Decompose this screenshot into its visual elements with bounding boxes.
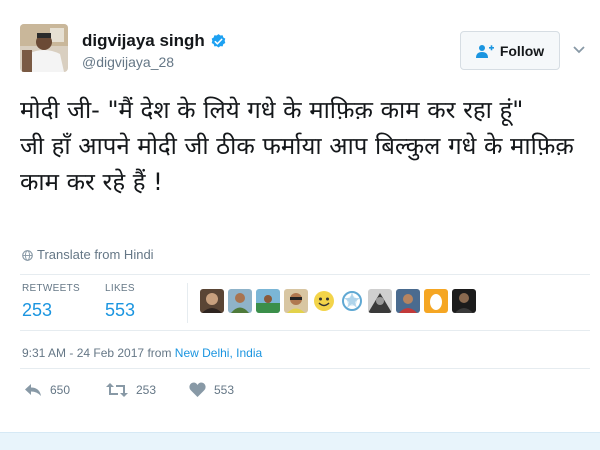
location-link[interactable]: New Delhi, India xyxy=(175,346,262,360)
liker-avatar[interactable] xyxy=(312,289,336,313)
liker-avatar[interactable] xyxy=(424,289,448,313)
divider xyxy=(20,274,590,275)
follow-button[interactable]: Follow xyxy=(460,31,560,70)
likes-count[interactable]: 553 xyxy=(105,300,135,321)
stats-divider xyxy=(187,283,188,323)
add-user-icon xyxy=(475,44,494,58)
likes-label: LIKES xyxy=(105,283,135,294)
follow-label: Follow xyxy=(499,42,545,59)
more-options-button[interactable] xyxy=(568,33,590,67)
retweets-count[interactable]: 253 xyxy=(22,300,80,321)
retweets-stat[interactable]: RETWEETS 253 xyxy=(22,283,80,321)
heart-icon xyxy=(189,382,206,397)
tweet-timestamp: 9:31 AM - 24 Feb 2017 from New Delhi, In… xyxy=(22,346,262,360)
liker-avatars xyxy=(200,289,476,313)
translate-label[interactable]: Translate from Hindi xyxy=(37,247,154,262)
from-label: from xyxy=(147,346,172,360)
retweets-label: RETWEETS xyxy=(22,283,80,294)
author-name[interactable]: digvijaya singh xyxy=(82,31,205,51)
divider xyxy=(20,330,590,331)
like-count: 553 xyxy=(214,383,235,397)
reply-count: 650 xyxy=(50,383,71,397)
tweet-text: मोदी जी- "मैं देश के लिये गधे के माफ़िक़… xyxy=(20,96,574,196)
timestamp-text[interactable]: 9:31 AM - 24 Feb 2017 xyxy=(22,346,144,360)
reply-area-band xyxy=(0,432,600,450)
reply-button[interactable]: 650 xyxy=(24,382,70,398)
tweet-card: digvijaya singh @digvijaya_28 Follow मोद… xyxy=(0,0,600,430)
author-avatar[interactable] xyxy=(20,24,68,72)
author-handle[interactable]: @digvijaya_28 xyxy=(82,54,174,70)
chevron-down-icon xyxy=(573,46,585,54)
retweet-icon xyxy=(106,383,128,397)
liker-avatar[interactable] xyxy=(284,289,308,313)
verified-badge-icon xyxy=(210,33,227,50)
likes-stat[interactable]: LIKES 553 xyxy=(105,283,135,321)
translate-link[interactable]: Translate from Hindi xyxy=(22,247,154,262)
liker-avatar[interactable] xyxy=(340,289,364,313)
retweet-count: 253 xyxy=(136,383,157,397)
divider xyxy=(20,368,590,369)
author-name-row[interactable]: digvijaya singh xyxy=(82,31,227,51)
liker-avatar[interactable] xyxy=(256,289,280,313)
liker-avatar[interactable] xyxy=(200,289,224,313)
liker-avatar[interactable] xyxy=(368,289,392,313)
liker-avatar[interactable] xyxy=(396,289,420,313)
reply-icon xyxy=(25,384,41,396)
liker-avatar[interactable] xyxy=(228,289,252,313)
like-button[interactable]: 553 xyxy=(189,382,234,398)
globe-icon xyxy=(22,249,33,261)
retweet-button[interactable]: 253 xyxy=(106,382,156,398)
liker-avatar[interactable] xyxy=(452,289,476,313)
